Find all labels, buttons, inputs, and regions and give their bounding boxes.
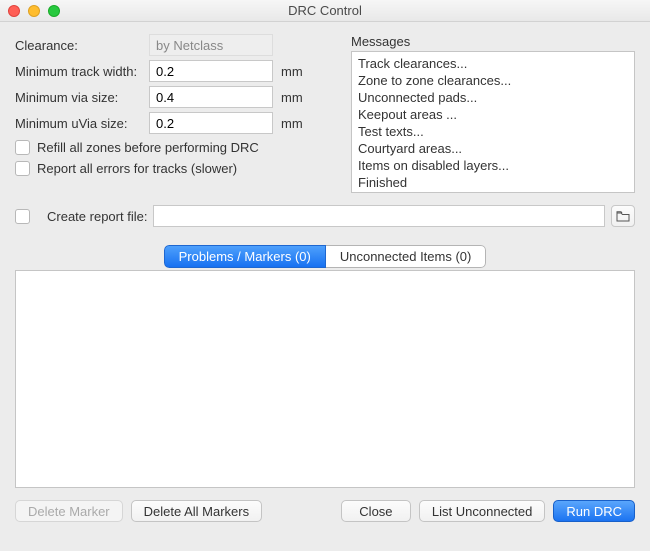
tab-problems[interactable]: Problems / Markers (0): [164, 245, 326, 268]
delete-all-markers-button[interactable]: Delete All Markers: [131, 500, 262, 522]
clearance-input: [149, 34, 273, 56]
refill-zones-checkbox[interactable]: [15, 140, 30, 155]
report-all-checkbox[interactable]: [15, 161, 30, 176]
message-item: Track clearances...: [358, 55, 628, 72]
messages-label: Messages: [351, 34, 635, 49]
results-list[interactable]: [15, 270, 635, 488]
window-title: DRC Control: [0, 3, 650, 18]
list-unconnected-button[interactable]: List Unconnected: [419, 500, 545, 522]
min-track-input[interactable]: [149, 60, 273, 82]
close-button[interactable]: Close: [341, 500, 411, 522]
report-path-input[interactable]: [153, 205, 605, 227]
min-uvia-input[interactable]: [149, 112, 273, 134]
create-report-checkbox[interactable]: [15, 209, 30, 224]
message-item: Test texts...: [358, 123, 628, 140]
titlebar: DRC Control: [0, 0, 650, 22]
unit-label: mm: [281, 64, 303, 79]
create-report-label: Create report file:: [47, 209, 147, 224]
min-via-label: Minimum via size:: [15, 90, 149, 105]
refill-zones-label: Refill all zones before performing DRC: [37, 140, 259, 155]
messages-box: Track clearances... Zone to zone clearan…: [351, 51, 635, 193]
unit-label: mm: [281, 90, 303, 105]
folder-icon: [616, 210, 630, 222]
clearance-label: Clearance:: [15, 38, 149, 53]
message-item: Keepout areas ...: [358, 106, 628, 123]
min-track-label: Minimum track width:: [15, 64, 149, 79]
browse-button[interactable]: [611, 205, 635, 227]
delete-marker-button[interactable]: Delete Marker: [15, 500, 123, 522]
tabs: Problems / Markers (0) Unconnected Items…: [164, 245, 487, 268]
message-item: Items on disabled layers...: [358, 157, 628, 174]
unit-label: mm: [281, 116, 303, 131]
message-item: Unconnected pads...: [358, 89, 628, 106]
min-via-input[interactable]: [149, 86, 273, 108]
message-item: Finished: [358, 174, 628, 191]
min-uvia-label: Minimum uVia size:: [15, 116, 149, 131]
run-drc-button[interactable]: Run DRC: [553, 500, 635, 522]
message-item: Zone to zone clearances...: [358, 72, 628, 89]
report-all-label: Report all errors for tracks (slower): [37, 161, 237, 176]
message-item: Courtyard areas...: [358, 140, 628, 157]
tab-unconnected[interactable]: Unconnected Items (0): [326, 245, 487, 268]
